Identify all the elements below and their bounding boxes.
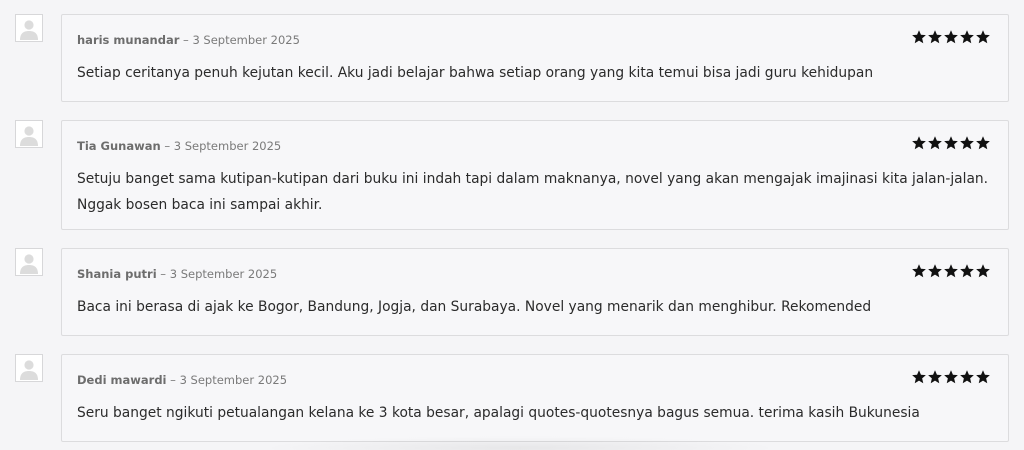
review-date: 3 September 2025 bbox=[192, 33, 300, 47]
meta-separator: – bbox=[179, 33, 193, 47]
review-text: Setuju banget sama kutipan-kutipan dari … bbox=[77, 171, 989, 213]
review-text: Seru banget ngikuti petualangan kelana k… bbox=[77, 405, 920, 421]
review-meta: haris munandar – 3 September 2025 bbox=[77, 32, 300, 48]
star-icon bbox=[944, 136, 958, 150]
star-icon bbox=[960, 136, 974, 150]
star-icon bbox=[976, 30, 990, 44]
review-date: 3 September 2025 bbox=[179, 373, 288, 387]
star-icon bbox=[976, 370, 990, 384]
review-text: Setiap ceritanya penuh kejutan kecil. Ak… bbox=[77, 65, 874, 81]
star-rating bbox=[911, 263, 991, 283]
default-avatar-icon bbox=[15, 248, 43, 276]
review-date: 3 September 2025 bbox=[173, 139, 282, 153]
star-icon bbox=[960, 370, 974, 384]
review-list: haris munandar – 3 September 2025 Setiap… bbox=[0, 0, 1024, 450]
star-rating bbox=[911, 135, 991, 155]
star-icon bbox=[928, 264, 942, 278]
star-icon bbox=[944, 370, 958, 384]
star-icon bbox=[976, 264, 990, 278]
default-avatar-icon bbox=[15, 120, 43, 148]
star-icon bbox=[912, 264, 926, 278]
star-icon bbox=[928, 370, 942, 384]
star-rating bbox=[911, 29, 991, 49]
default-avatar-icon bbox=[15, 14, 43, 42]
review-author: Tia Gunawan bbox=[77, 139, 161, 153]
star-icon bbox=[960, 30, 974, 44]
star-icon bbox=[928, 136, 942, 150]
review-author: Shania putri bbox=[77, 267, 157, 281]
review-meta: Tia Gunawan – 3 September 2025 bbox=[77, 138, 281, 154]
review-meta: Shania putri – 3 September 2025 bbox=[77, 266, 277, 282]
review-card: Dedi mawardi – 3 September 2025 Seru ban… bbox=[61, 354, 1009, 442]
star-icon bbox=[976, 136, 990, 150]
star-icon bbox=[960, 264, 974, 278]
meta-separator: – bbox=[160, 139, 174, 153]
review-author: Dedi mawardi bbox=[77, 373, 167, 387]
star-icon bbox=[912, 30, 926, 44]
star-icon bbox=[912, 136, 926, 150]
star-icon bbox=[912, 370, 926, 384]
star-icon bbox=[944, 264, 958, 278]
meta-separator: – bbox=[166, 373, 180, 387]
review-text: Baca ini berasa di ajak ke Bogor, Bandun… bbox=[77, 299, 872, 315]
review-card: Tia Gunawan – 3 September 2025 Setuju ba… bbox=[61, 120, 1009, 230]
review-card: haris munandar – 3 September 2025 Setiap… bbox=[61, 14, 1009, 102]
review-date: 3 September 2025 bbox=[169, 267, 278, 281]
review-meta: Dedi mawardi – 3 September 2025 bbox=[77, 372, 287, 388]
review-card: Shania putri – 3 September 2025 Baca ini… bbox=[61, 248, 1009, 336]
star-icon bbox=[928, 30, 942, 44]
review-author: haris munandar bbox=[77, 33, 180, 47]
default-avatar-icon bbox=[15, 354, 43, 382]
star-icon bbox=[944, 30, 958, 44]
meta-separator: – bbox=[156, 267, 170, 281]
star-rating bbox=[911, 369, 991, 389]
